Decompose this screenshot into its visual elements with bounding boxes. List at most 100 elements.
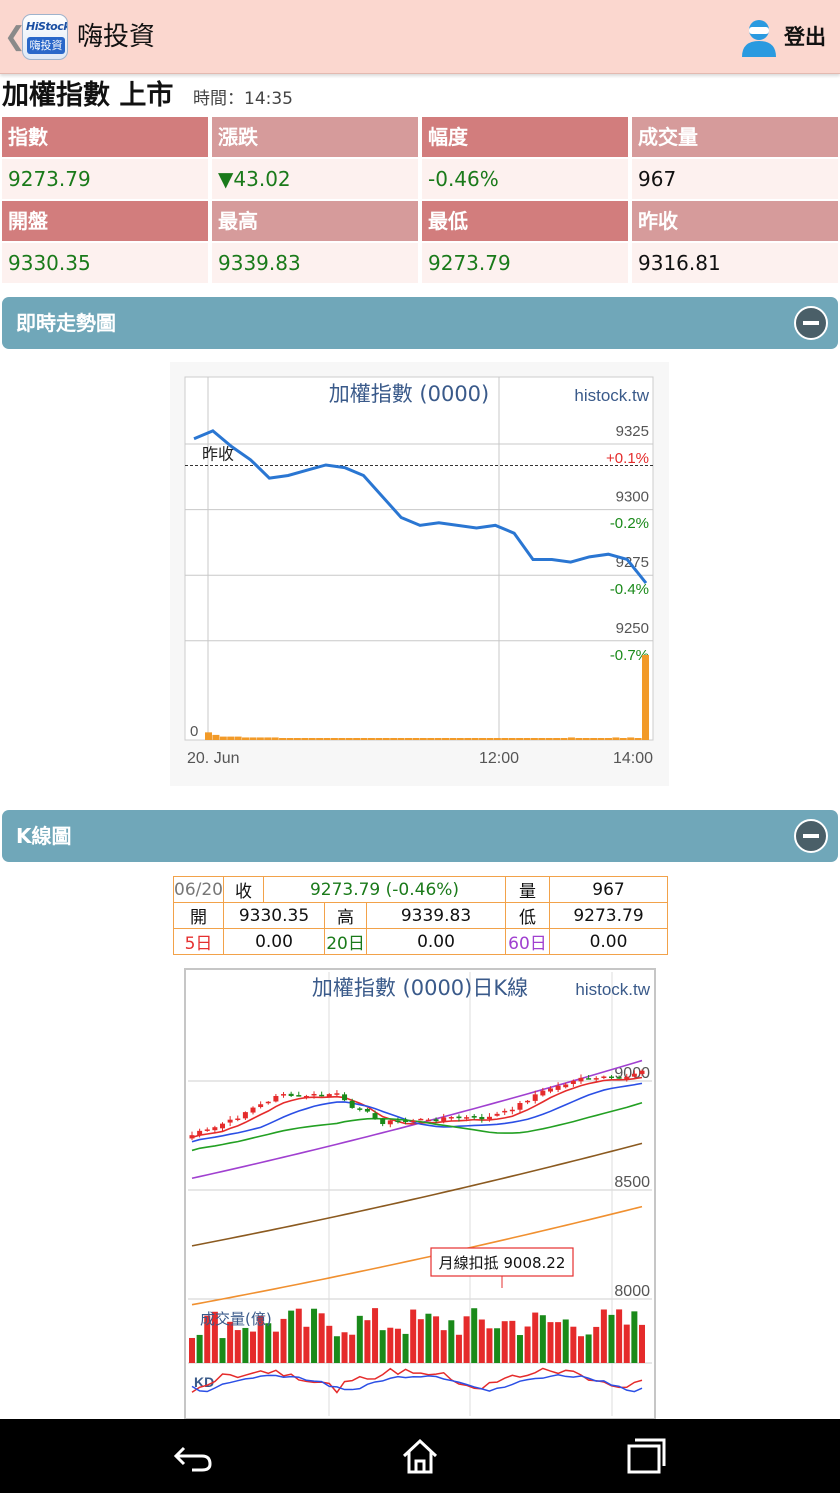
minus-circle-icon[interactable] — [794, 819, 828, 853]
back-arrow-icon[interactable] — [172, 1436, 216, 1476]
candle-body — [502, 1110, 508, 1113]
recent-apps-icon[interactable] — [624, 1436, 668, 1476]
header-low: 最低 — [422, 201, 628, 241]
volume-bar — [280, 1318, 287, 1363]
system-nav-bar — [0, 1419, 840, 1493]
volume-bar — [394, 1328, 401, 1363]
candle-body — [357, 1108, 363, 1110]
candle-body — [486, 1116, 492, 1120]
candle-body — [456, 1116, 462, 1119]
candle-body — [311, 1093, 317, 1096]
candle-body — [242, 1112, 248, 1119]
volume-bar — [272, 1331, 279, 1363]
y-tick-label: 8000 — [614, 1283, 650, 1300]
kline-ma5-label: 5日 — [173, 928, 224, 955]
candle-body — [395, 1120, 401, 1123]
volume-bar — [360, 738, 368, 740]
minus-circle-icon[interactable] — [794, 306, 828, 340]
x-tick-label: 12:00 — [479, 750, 519, 767]
volume-bar — [623, 1324, 630, 1363]
candle-body — [624, 1076, 630, 1080]
candle-body — [349, 1100, 355, 1108]
candle-body — [479, 1117, 485, 1120]
kline-vol-value: 967 — [549, 876, 668, 903]
candle-body — [189, 1135, 195, 1139]
volume-bar — [449, 738, 457, 740]
pct-tick-label: -0.2% — [610, 515, 649, 532]
header-volume: 成交量 — [632, 117, 838, 157]
home-icon[interactable] — [398, 1436, 442, 1476]
watermark: histock.tw — [574, 386, 649, 405]
volume-bar — [478, 1319, 485, 1363]
volume-bar — [471, 1308, 478, 1363]
chart-title: 加權指數 (0000) — [329, 382, 490, 406]
candle-body — [212, 1127, 218, 1131]
header-high: 最高 — [212, 201, 418, 241]
volume-bar — [448, 1320, 455, 1363]
volume-bar — [364, 1320, 371, 1363]
kline-ma60-label: 60日 — [505, 928, 550, 955]
candle-body — [517, 1103, 523, 1110]
volume-bar — [616, 1309, 623, 1363]
volume-bar — [593, 1326, 600, 1363]
index-title: 加權指數 上市 — [2, 80, 174, 111]
kline-ma5-value: 0.00 — [222, 928, 326, 955]
volume-bar — [560, 738, 568, 740]
volume-bar — [427, 738, 435, 740]
volume-bar — [471, 738, 479, 740]
pct-tick-label: -0.4% — [610, 581, 649, 598]
volume-bar — [242, 737, 250, 740]
volume-zero-label: 0 — [190, 723, 198, 740]
volume-bar — [600, 1309, 607, 1363]
kline-info-table: 06/20 收 9273.79 (-0.46%) 量 967 開 9330.35… — [173, 876, 668, 955]
volume-bar — [382, 738, 390, 740]
candle-body — [471, 1115, 477, 1118]
kline-open-label: 開 — [173, 902, 224, 929]
header-change-pct: 幅度 — [422, 117, 628, 157]
volume-bar — [372, 1308, 379, 1363]
value-volume: 967 — [632, 159, 838, 199]
logo-text-bottom: 嗨投資 — [27, 37, 65, 54]
header-open: 開盤 — [2, 201, 208, 241]
kline-ma20-label: 20日 — [324, 928, 368, 955]
kline-date: 06/20 — [173, 876, 224, 903]
logout-button[interactable]: 登出 — [784, 23, 826, 51]
volume-bar — [397, 738, 405, 740]
kline-section-header[interactable]: K線圖 — [2, 810, 838, 862]
value-change: ▼43.02 — [212, 159, 418, 199]
volume-bar — [585, 1334, 592, 1363]
volume-bar — [295, 1308, 302, 1363]
volume-bar — [456, 738, 464, 740]
volume-bar — [219, 1338, 226, 1363]
realtime-section-header[interactable]: 即時走勢圖 — [2, 297, 838, 349]
volume-bar — [356, 1315, 363, 1363]
volume-bar — [301, 738, 309, 740]
header-index: 指數 — [2, 117, 208, 157]
logo-text-top: HiStock — [26, 20, 68, 33]
table-row: 開 9330.35 高 9339.83 低 9273.79 — [173, 902, 668, 929]
volume-bar — [375, 738, 383, 740]
kline-section-label: K線圖 — [16, 824, 72, 848]
user-avatar-icon[interactable] — [740, 17, 778, 57]
candle-body — [258, 1104, 264, 1108]
volume-bar — [567, 737, 575, 740]
candle-body — [418, 1118, 424, 1121]
volume-bar — [516, 1335, 523, 1363]
volume-bar — [631, 1311, 638, 1363]
app-logo[interactable]: HiStock 嗨投資 — [22, 14, 68, 60]
candle-body — [281, 1094, 287, 1096]
candle-body — [631, 1073, 637, 1077]
volume-bar — [404, 738, 412, 740]
candle-body — [265, 1101, 271, 1104]
annotation-text: 月線扣抵 9008.22 — [439, 1254, 566, 1272]
volume-bar — [353, 738, 361, 740]
volume-bar — [479, 738, 487, 740]
candle-body — [616, 1077, 622, 1079]
volume-bar — [532, 1312, 539, 1363]
volume-bar — [227, 736, 235, 740]
kline-close-value: 9273.79 (-0.46%) — [263, 876, 506, 903]
volume-bar — [524, 1326, 531, 1363]
candle-body — [334, 1093, 340, 1095]
volume-bar — [249, 737, 257, 740]
volume-bar — [582, 738, 590, 740]
